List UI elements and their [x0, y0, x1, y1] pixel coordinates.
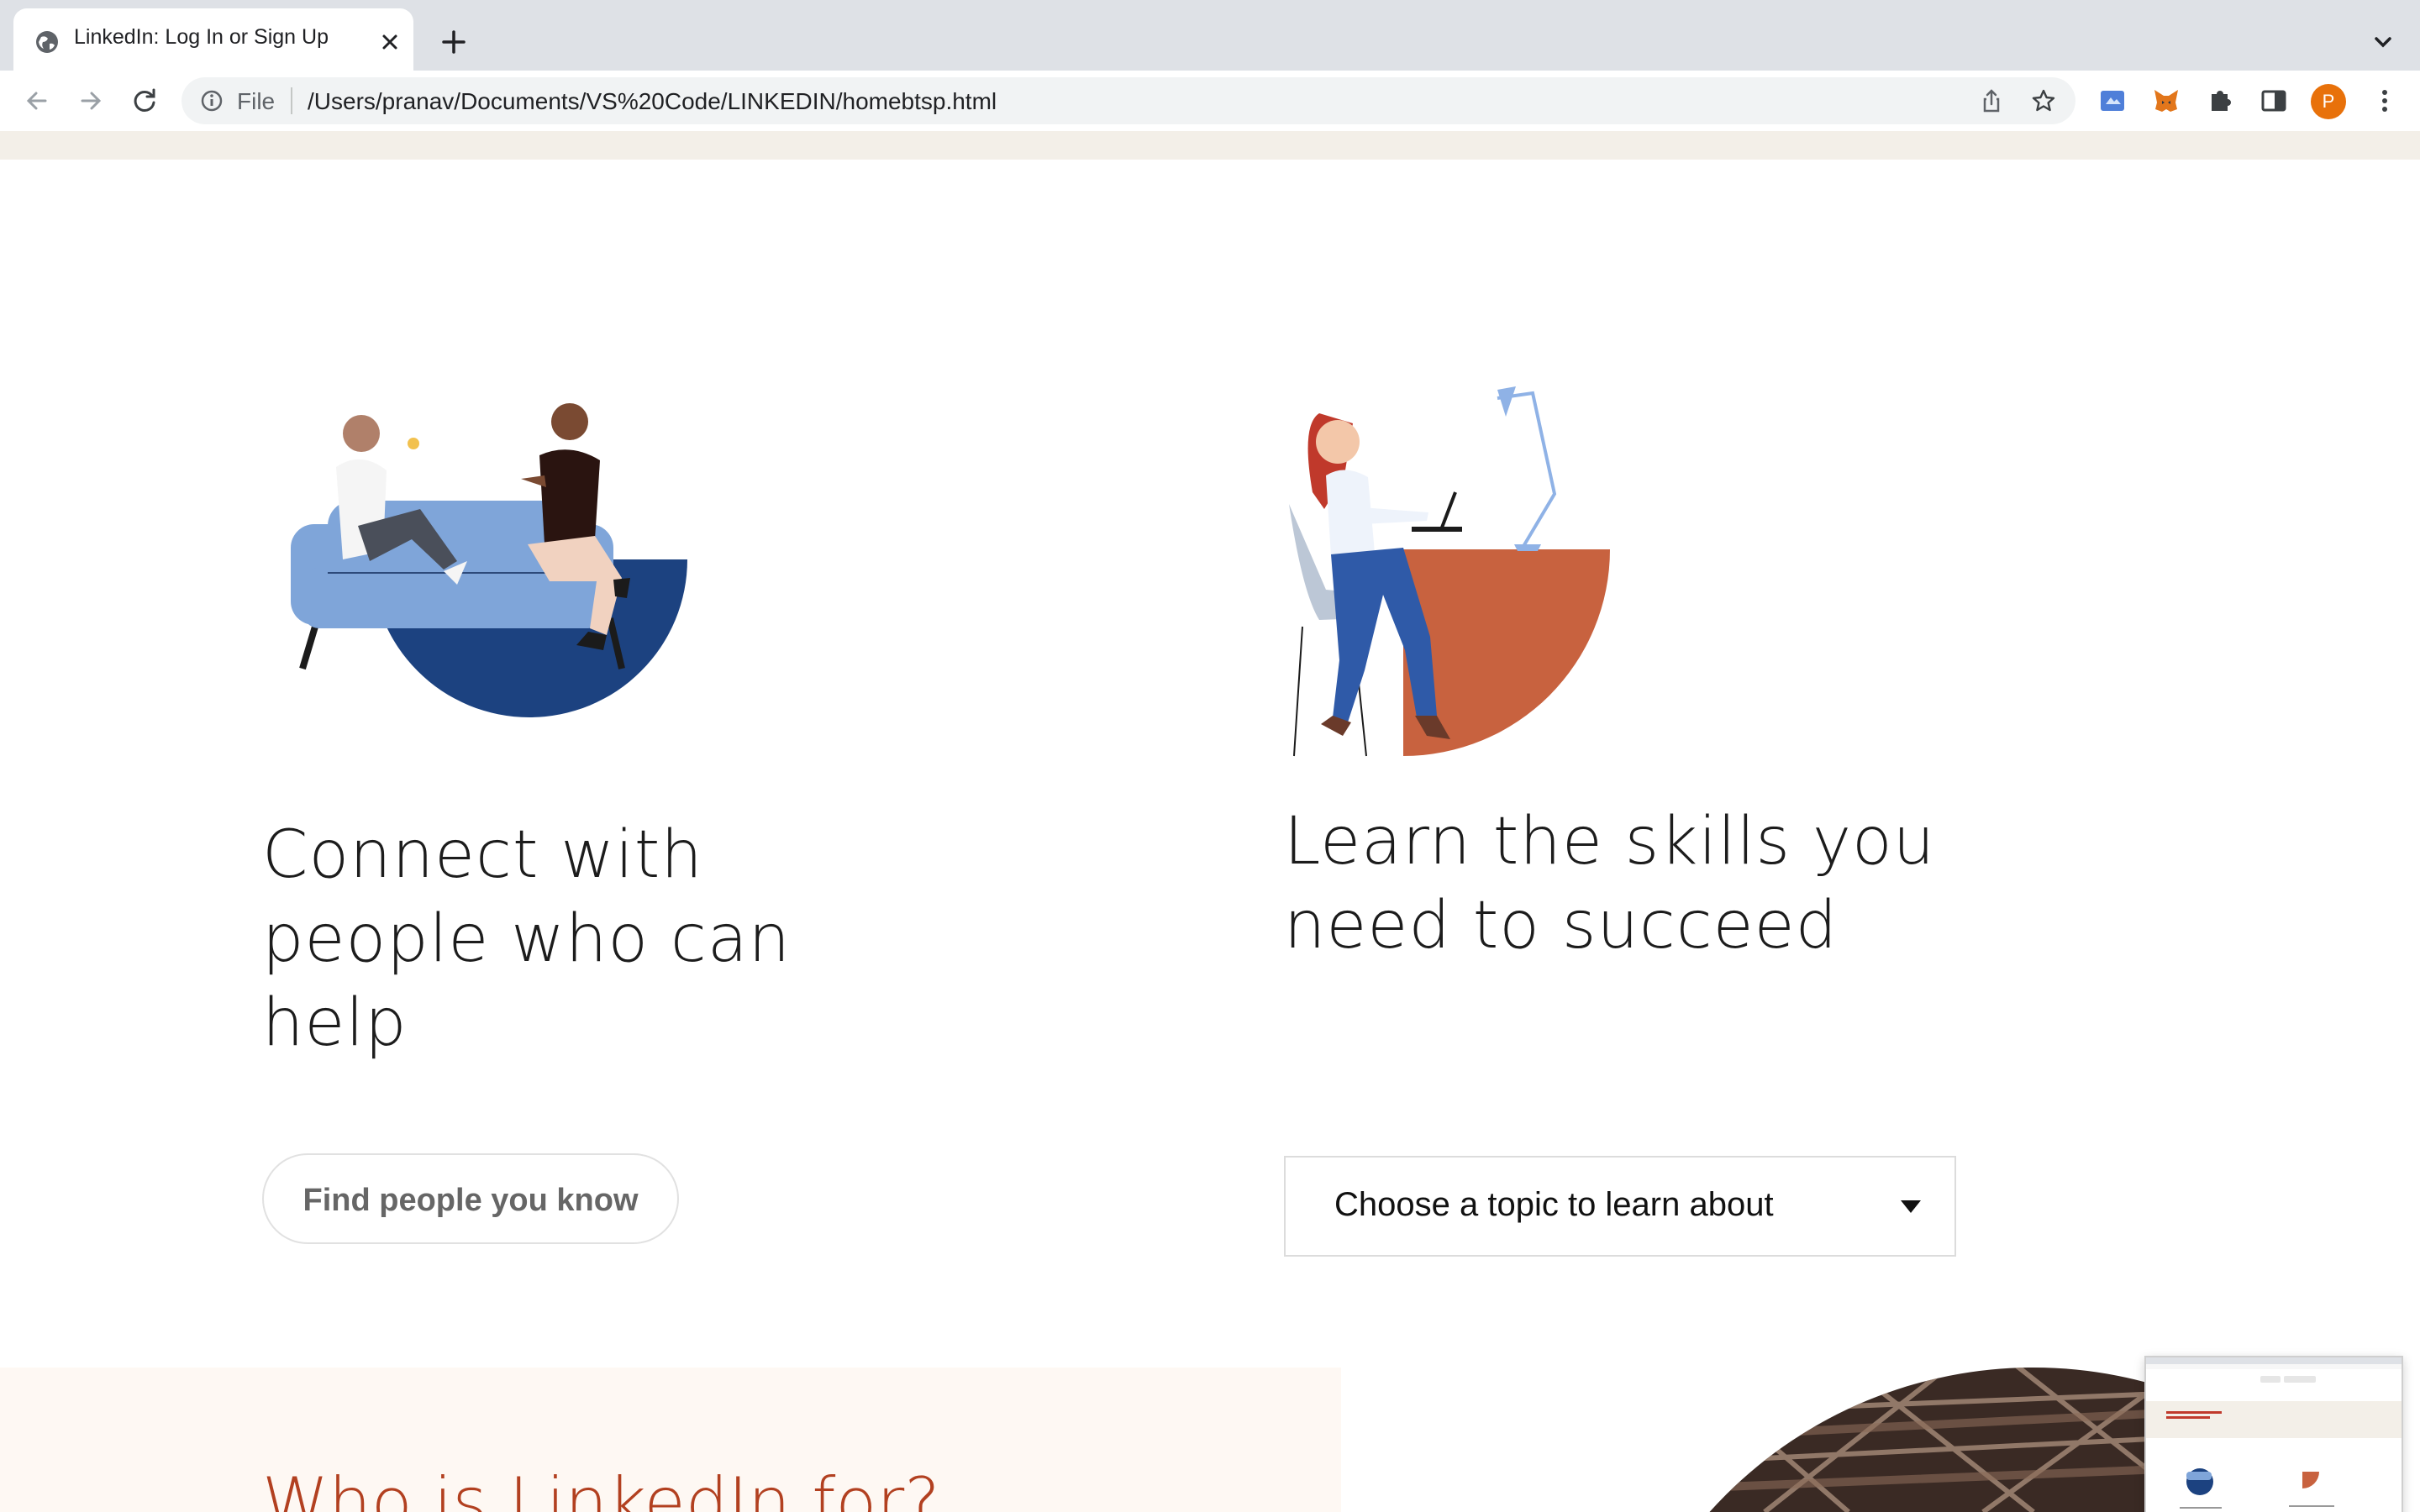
extension-icon[interactable] [2097, 86, 2128, 116]
connect-heading-line: help [262, 985, 408, 1061]
omnibox-separator [291, 87, 292, 114]
connect-illustration [291, 403, 687, 717]
info-icon[interactable] [198, 87, 225, 114]
metamask-fox-icon[interactable] [2151, 86, 2181, 116]
topic-select-value: Choose a topic to learn about [1334, 1186, 1774, 1223]
top-banner-strip [0, 131, 2420, 160]
learn-illustration [1289, 386, 1610, 757]
browser-toolbar: File /Users/pranav/Documents/VS%20Code/L… [0, 71, 2420, 131]
learn-heading-line: Learn the skills you [1284, 804, 1936, 879]
share-icon[interactable] [1978, 87, 2005, 114]
url-text[interactable]: /Users/pranav/Documents/VS%20Code/LINKED… [308, 88, 997, 115]
plus-icon[interactable] [437, 25, 471, 59]
forward-icon[interactable] [76, 86, 106, 116]
browser-tab-strip: LinkedIn: Log In or Sign Up [0, 0, 2420, 71]
profile-avatar[interactable]: P [2311, 84, 2346, 119]
page-content: Connect with people who can help Learn t… [0, 131, 2420, 1512]
connect-heading-line: Connect with [262, 817, 703, 893]
kebab-menu-icon[interactable] [2370, 86, 2400, 116]
page-thumbnail-preview[interactable] [2144, 1356, 2403, 1512]
chevron-down-icon[interactable] [2370, 29, 2396, 55]
side-panel-icon[interactable] [2259, 86, 2289, 116]
learn-heading-line: need to succeed [1284, 888, 1839, 963]
address-bar[interactable]: File /Users/pranav/Documents/VS%20Code/L… [182, 77, 2075, 124]
url-scheme-label: File [237, 88, 276, 114]
learn-heading: Learn the skills you need to succeed [1284, 800, 1935, 968]
tab-title: LinkedIn: Log In or Sign Up [74, 25, 329, 49]
close-icon[interactable] [376, 29, 403, 55]
find-people-button[interactable]: Find people you know [262, 1153, 679, 1244]
browser-tab[interactable]: LinkedIn: Log In or Sign Up [13, 8, 413, 71]
back-icon[interactable] [22, 86, 52, 116]
topic-select[interactable]: Choose a topic to learn about [1284, 1156, 1956, 1257]
puzzle-icon[interactable] [2205, 86, 2235, 116]
star-icon[interactable] [2030, 87, 2057, 114]
caret-down-icon [1901, 1200, 1921, 1213]
globe-icon [36, 31, 58, 53]
who-heading: Who is LinkedIn for? [262, 1463, 940, 1512]
reload-icon[interactable] [129, 86, 160, 116]
connect-heading: Connect with people who can help [262, 813, 791, 1065]
connect-heading-line: people who can [262, 901, 792, 977]
